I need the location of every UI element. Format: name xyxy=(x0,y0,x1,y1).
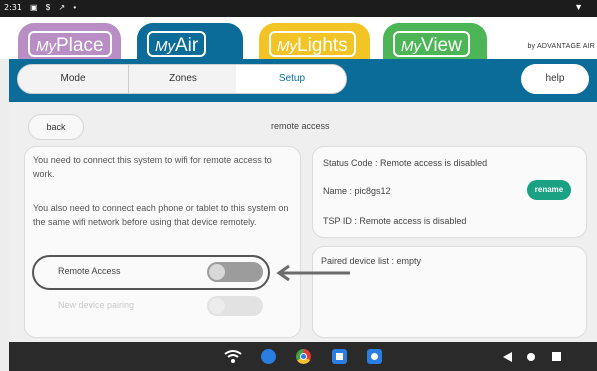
device-name-text: Name : pic8gs12 xyxy=(323,186,391,196)
page-title: remote access xyxy=(271,121,330,131)
myview-logo: MyView xyxy=(393,31,470,57)
help-button[interactable]: help xyxy=(521,64,589,94)
tasks-app-icon[interactable] xyxy=(332,349,347,364)
tab-zones[interactable]: Zones xyxy=(128,65,237,93)
tab-mode[interactable]: Mode xyxy=(18,65,128,93)
status-code-text: Status Code : Remote access is disabled xyxy=(323,158,488,168)
new-device-pairing-label: New device pairing xyxy=(58,300,135,310)
myplace-logo: MyPlace xyxy=(28,31,112,57)
home-nav-icon[interactable] xyxy=(527,353,535,361)
pointer-arrow-icon xyxy=(276,264,350,282)
myview-prefix: My xyxy=(401,38,421,55)
myair-logo: MyAir xyxy=(147,31,207,57)
nav-bar: Mode Zones Setup help xyxy=(9,59,597,102)
system-navigation-bar xyxy=(9,342,597,371)
status-bar: 2:31 ▣ $ ↗ • ▼ xyxy=(0,0,597,17)
mylights-prefix: My xyxy=(277,38,297,55)
back-button[interactable]: back xyxy=(28,114,84,140)
recents-nav-icon[interactable] xyxy=(552,352,561,361)
tsp-id-text: TSP ID : Remote access is disabled xyxy=(323,216,467,226)
camera-app-icon[interactable] xyxy=(367,349,382,364)
wifi-signal-icon: ▼ xyxy=(574,2,583,12)
app-switcher-header: MyPlace MyAir MyLights MyView by ADVANTA… xyxy=(0,17,597,65)
remote-access-page: back remote access You need to connect t… xyxy=(9,102,597,342)
remote-access-highlight-ring xyxy=(32,255,270,290)
new-device-pairing-toggle xyxy=(207,296,263,316)
section-segmented-control: Mode Zones Setup xyxy=(17,64,347,94)
browser-app-icon[interactable] xyxy=(261,349,276,364)
myview-name: View xyxy=(421,35,462,56)
myplace-name: Place xyxy=(56,35,104,56)
myair-prefix: My xyxy=(155,38,175,55)
status-time: 2:31 xyxy=(4,3,22,12)
rename-button[interactable]: rename xyxy=(527,180,571,200)
pairing-instruction-text: You also need to connect each phone or t… xyxy=(33,203,289,227)
chrome-icon[interactable] xyxy=(296,349,311,364)
tab-setup[interactable]: Setup xyxy=(236,65,346,93)
status-card: Status Code : Remote access is disabled … xyxy=(312,146,587,238)
myplace-prefix: My xyxy=(36,38,56,55)
mylights-name: Lights xyxy=(297,35,348,56)
mylights-logo: MyLights xyxy=(269,31,356,57)
notification-icons: ▣ $ ↗ • xyxy=(30,3,80,12)
myair-name: Air xyxy=(175,35,199,56)
back-nav-icon[interactable] xyxy=(503,352,512,362)
remote-access-info-card: You need to connect this system to wifi … xyxy=(24,146,301,338)
wifi-instruction-text: You need to connect this system to wifi … xyxy=(33,155,272,179)
tablet-screen: 2:31 ▣ $ ↗ • ▼ MyPlace MyAir MyLights My… xyxy=(0,0,597,371)
toggle-knob-disabled xyxy=(209,298,225,314)
wifi-icon xyxy=(224,350,242,363)
brand-label: by ADVANTAGE AIR xyxy=(527,43,595,50)
paired-devices-card: Paired device list : empty xyxy=(312,246,587,338)
